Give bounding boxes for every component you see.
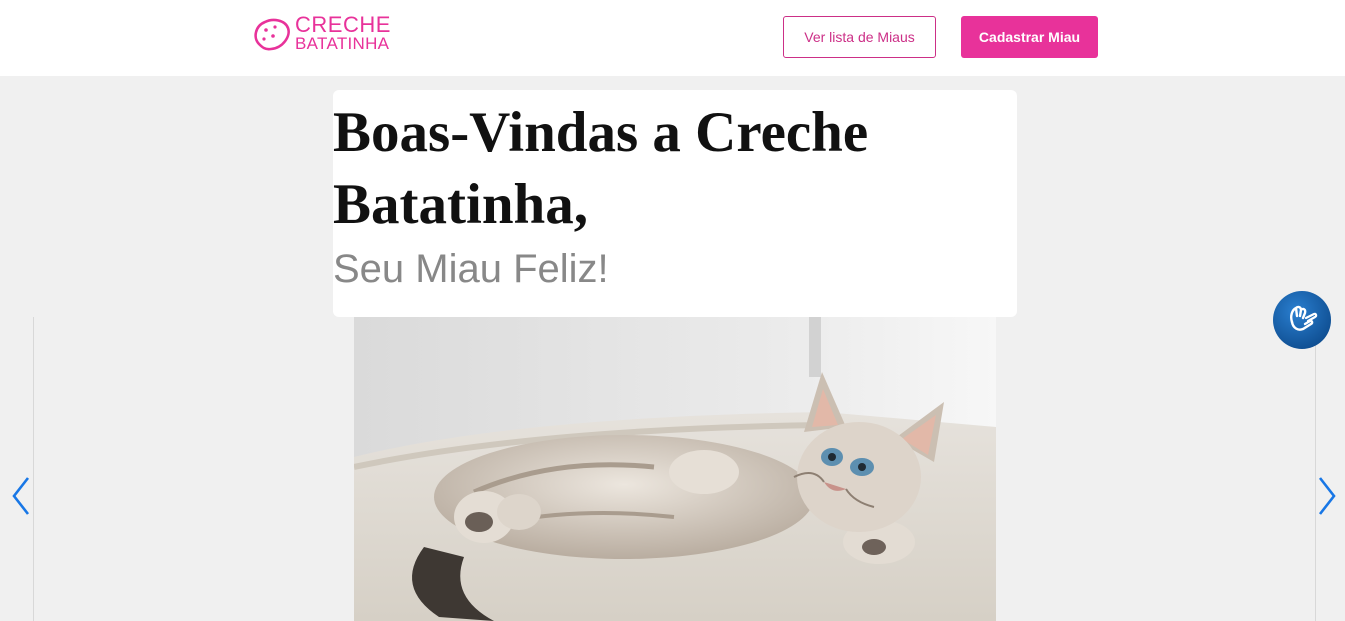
logo-text: CRECHE BATATINHA <box>295 12 391 54</box>
logo[interactable]: CRECHE BATATINHA <box>251 14 391 54</box>
top-header: CRECHE BATATINHA Ver lista de Miaus Cada… <box>0 0 1345 76</box>
accessibility-button[interactable] <box>1273 291 1331 349</box>
chevron-right-icon[interactable] <box>1314 474 1340 518</box>
cat-photo <box>354 317 996 621</box>
register-button[interactable]: Cadastrar Miau <box>961 16 1098 58</box>
carousel-slide <box>354 317 996 621</box>
chevron-left-icon[interactable] <box>8 474 34 518</box>
logo-line2: BATATINHA <box>295 34 390 54</box>
sign-language-icon <box>1290 305 1318 331</box>
potato-logo-icon <box>254 18 290 51</box>
view-list-button[interactable]: Ver lista de Miaus <box>783 16 936 58</box>
logo-line1: CRECHE <box>295 12 391 38</box>
hero-card: Boas-Vindas a Creche Batatinha, Seu Miau… <box>333 90 1017 317</box>
page-subtitle: Seu Miau Feliz! <box>333 247 609 291</box>
image-carousel <box>33 317 1316 621</box>
page-title: Boas-Vindas a Creche Batatinha, <box>333 101 869 236</box>
